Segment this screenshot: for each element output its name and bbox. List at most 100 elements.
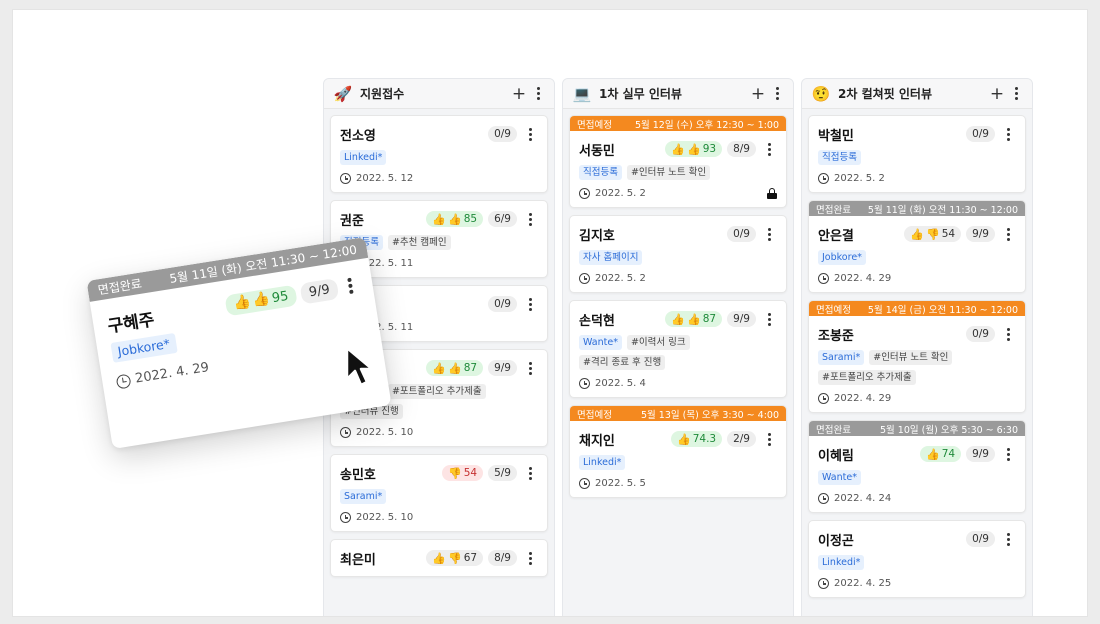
score-badge: 👍 👎 67 — [426, 550, 484, 566]
thumbs-up-icon: 👍 — [432, 212, 447, 226]
evaluation-count: 6/9 — [488, 211, 517, 227]
date-row: 2022. 4. 29 — [818, 273, 1016, 284]
candidate-name: 이혜림 — [818, 448, 854, 464]
interview-status-band: 면접완료 5월 10일 (월) 오후 5:30 ~ 6:30 — [809, 421, 1025, 436]
more-options-icon[interactable] — [761, 311, 777, 327]
candidate-card[interactable]: 박철민 0/9 직접등록 2022. 5. 2 — [808, 115, 1026, 193]
score-value: 93 — [702, 143, 717, 155]
note-tag: #인터뷰 노트 확인 — [869, 350, 953, 365]
candidate-card[interactable]: 이정곤 0/9 Linkedi* 2022. 4. 25 — [808, 520, 1026, 598]
score-badge: 👍 👍 87 — [426, 360, 484, 376]
tag-list: 직접등록 — [818, 150, 1016, 165]
candidate-card[interactable]: 면접예정 5월 13일 (목) 오후 3:30 ~ 4:00 채지인 👍 74.3 2/9… — [569, 405, 787, 498]
board-frame: 🚀 지원접수 + 전소영 0/9 Linkedi* 2022. 5. 12 권준 👍 👍 85 6/9… — [13, 10, 1087, 616]
more-options-icon[interactable] — [1000, 226, 1016, 242]
tag-list: Linkedi* — [579, 455, 777, 470]
note-tag: #포트폴리오 추가제출 — [818, 370, 916, 385]
applied-date: 2022. 4. 29 — [134, 360, 211, 387]
candidate-card[interactable]: 최은미 👍 👎 67 8/9 — [330, 539, 548, 577]
candidate-name: 김지호 — [579, 228, 615, 244]
more-options-icon[interactable] — [522, 550, 538, 566]
more-options-icon[interactable] — [761, 226, 777, 242]
card-body: 전소영 0/9 Linkedi* 2022. 5. 12 — [331, 116, 547, 192]
candidate-card[interactable]: 면접완료 5월 10일 (월) 오후 5:30 ~ 6:30 이혜림 👍 74 9/9 Wa… — [808, 420, 1026, 513]
interview-time: 5월 13일 (목) 오후 3:30 ~ 4:00 — [641, 409, 779, 421]
more-options-icon[interactable] — [522, 211, 538, 227]
card-header-row: 전소영 0/9 — [340, 124, 538, 144]
clock-icon — [340, 512, 351, 523]
more-options-icon[interactable] — [522, 360, 538, 376]
column-header: 🤨 2차 컬쳐핏 인터뷰 + — [802, 79, 1032, 109]
date-row: 2022. 5. 4 — [579, 378, 777, 389]
add-card-icon[interactable]: + — [508, 84, 530, 104]
candidate-card[interactable]: 전소영 0/9 Linkedi* 2022. 5. 12 — [330, 115, 548, 193]
thumbs-up-icon: 👍 — [232, 293, 253, 313]
candidate-card[interactable]: 면접완료 5월 11일 (화) 오전 11:30 ~ 12:00 안은결 👍 👎 54 9/… — [808, 200, 1026, 293]
card-list: 면접예정 5월 12일 (수) 오후 12:30 ~ 1:00 서동민 👍 👍 93 8/9… — [563, 109, 793, 511]
candidate-card[interactable]: 면접예정 5월 12일 (수) 오후 12:30 ~ 1:00 서동민 👍 👍 93 8/9… — [569, 115, 787, 208]
column-menu-icon[interactable] — [530, 86, 546, 102]
source-tag: Sarami* — [340, 489, 387, 504]
thumbs-up-icon: 👍 — [448, 212, 462, 226]
score-value: 54 — [463, 467, 478, 479]
score-badge: 👎 54 — [442, 465, 484, 481]
thumbs-up-icon: 👍 — [671, 312, 686, 326]
column-menu-icon[interactable] — [769, 86, 785, 102]
clock-icon — [579, 478, 590, 489]
tag-list: Sarami* — [340, 489, 538, 504]
card-header-row: 이정곤 0/9 — [818, 529, 1016, 549]
card-body: 안은결 👍 👎 54 9/9 Jobkore* 2022. 4. 29 — [809, 216, 1025, 292]
more-options-icon[interactable] — [522, 126, 538, 142]
more-options-icon[interactable] — [1000, 531, 1016, 547]
card-body: 최은미 👍 👎 67 8/9 — [331, 540, 547, 576]
candidate-card[interactable]: 손덕현 👍 👍 87 9/9 Wante* #이력서 링크 #격리 종료 후 진행 2022. … — [569, 300, 787, 398]
candidate-name: 이정곤 — [818, 533, 854, 549]
column-header: 💻 1차 실무 인터뷰 + — [563, 79, 793, 109]
source-tag: Wante* — [818, 470, 861, 485]
column-title: 2차 컬쳐핏 인터뷰 — [838, 87, 932, 101]
clock-icon — [818, 173, 829, 184]
more-options-icon[interactable] — [522, 296, 538, 312]
score-value: 54 — [941, 228, 956, 240]
more-options-icon[interactable] — [761, 431, 777, 447]
candidate-card[interactable]: 면접예정 5월 14일 (금) 오전 11:30 ~ 12:00 조봉준 0/9 Sar… — [808, 300, 1026, 413]
add-card-icon[interactable]: + — [986, 84, 1008, 104]
score-value: 85 — [463, 213, 478, 225]
card-body: 채지인 👍 74.3 2/9 Linkedi* 2022. 5. 5 — [570, 421, 786, 497]
candidate-card[interactable]: 김지호 0/9 자사 홈페이지 2022. 5. 2 — [569, 215, 787, 293]
card-header-row: 안은결 👍 👎 54 9/9 — [818, 224, 1016, 244]
tag-list: Linkedi* — [818, 555, 1016, 570]
interview-status-label: 면접완료 — [816, 424, 851, 436]
evaluation-count: 0/9 — [966, 126, 995, 142]
more-options-icon[interactable] — [1000, 446, 1016, 462]
interview-status-label: 면접예정 — [577, 409, 612, 421]
more-options-icon[interactable] — [761, 141, 777, 157]
score-value: 74 — [941, 448, 956, 460]
more-options-icon[interactable] — [1000, 126, 1016, 142]
evaluation-count: 9/9 — [966, 226, 995, 242]
column-menu-icon[interactable] — [1008, 86, 1024, 102]
card-body: 김지호 0/9 자사 홈페이지 2022. 5. 2 — [570, 216, 786, 292]
date-row: 2022. 5. 2 — [579, 188, 777, 199]
more-options-icon[interactable] — [522, 465, 538, 481]
laptop-icon: 💻 — [572, 84, 592, 103]
score-badge: 👍 👎 54 — [904, 226, 962, 242]
card-body: 조봉준 0/9 Sarami* #인터뷰 노트 확인 #포트폴리오 추가제출 2022. … — [809, 316, 1025, 412]
score-badge: 👍 74.3 — [671, 431, 723, 447]
applied-date: 2022. 4. 25 — [834, 578, 892, 589]
thumbs-up-icon: 👍 — [448, 361, 462, 375]
score-value: 87 — [702, 313, 717, 325]
interview-time: 5월 12일 (수) 오후 12:30 ~ 1:00 — [634, 119, 779, 131]
more-options-icon[interactable] — [1000, 326, 1016, 342]
candidate-card[interactable]: 송민호 👎 54 5/9 Sarami* 2022. 5. 10 — [330, 454, 548, 532]
board-column: 🤨 2차 컬쳐핏 인터뷰 + 박철민 0/9 직접등록 2022. 5. 2 면접완료 5월 1… — [801, 78, 1033, 616]
date-row: 2022. 4. 25 — [818, 578, 1016, 589]
add-card-icon[interactable]: + — [747, 84, 769, 104]
column-title: 지원접수 — [360, 87, 405, 101]
source-tag: Linkedi* — [818, 555, 865, 570]
note-tag: #이력서 링크 — [626, 335, 690, 350]
evaluation-count: 0/9 — [488, 296, 517, 312]
card-body: 이혜림 👍 74 9/9 Wante* 2022. 4. 24 — [809, 436, 1025, 512]
applied-date: 2022. 5. 12 — [356, 173, 414, 184]
more-options-icon[interactable] — [341, 277, 359, 295]
